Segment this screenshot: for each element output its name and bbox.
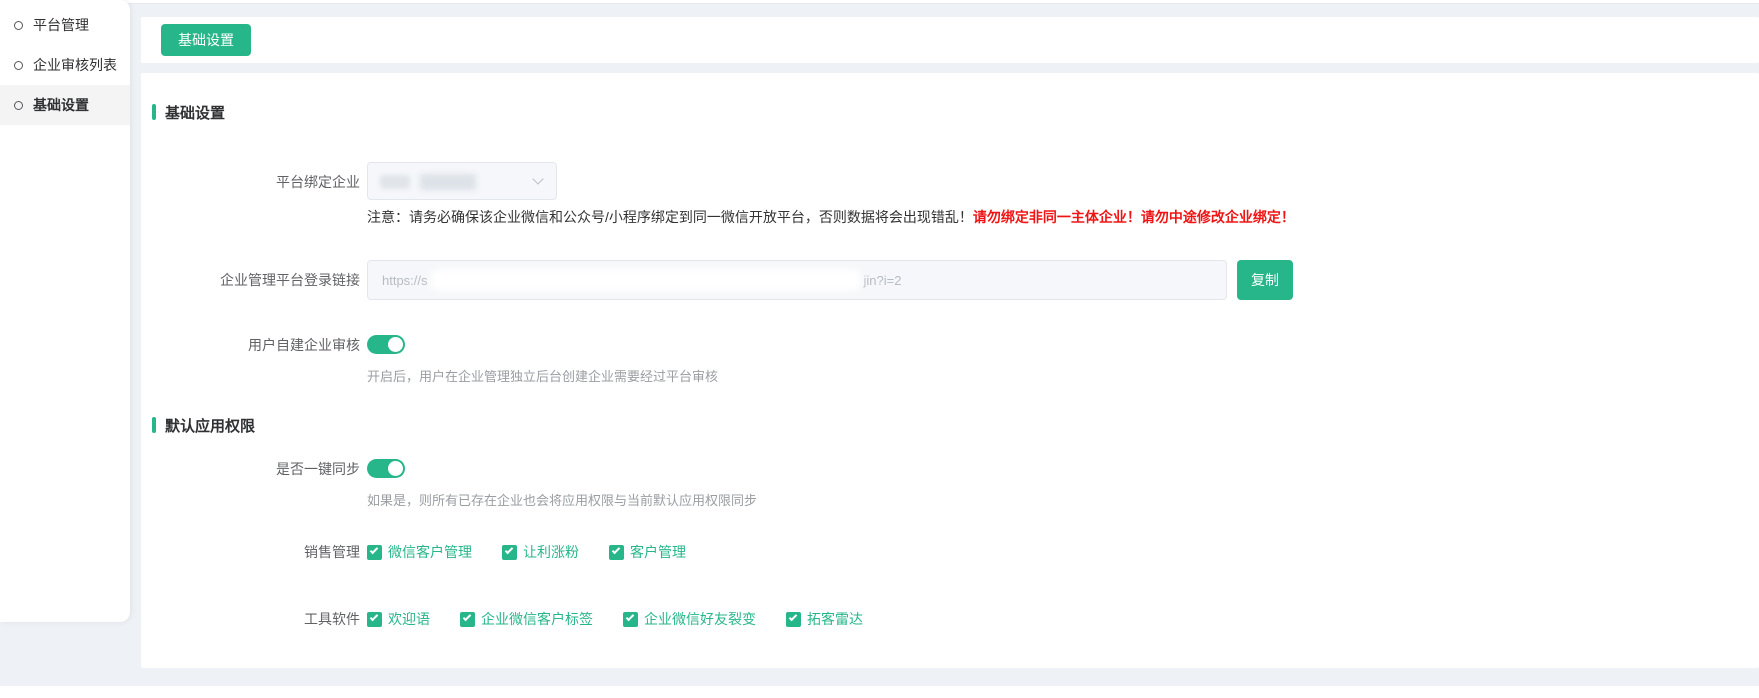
tab-bar: 基础设置 xyxy=(141,17,1759,63)
checkbox-wechat-customer-management[interactable]: 微信客户管理 xyxy=(367,542,472,562)
section-accent-bar xyxy=(152,104,156,120)
toggle-knob xyxy=(388,337,403,352)
login-link-suffix: jin?i=2 xyxy=(864,273,902,288)
check-icon xyxy=(505,546,513,554)
circle-icon xyxy=(14,101,23,110)
check-icon xyxy=(612,546,620,554)
sidebar-item-enterprise-audit-list[interactable]: 企业审核列表 xyxy=(0,45,130,85)
sidebar: 平台管理 企业审核列表 基础设置 xyxy=(0,0,130,622)
checkbox-wecom-customer-tags[interactable]: 企业微信客户标签 xyxy=(460,609,593,629)
bottom-edge-strip xyxy=(0,686,1759,698)
sidebar-item-basic-settings[interactable]: 基础设置 xyxy=(0,85,130,125)
checkbox-icon xyxy=(502,545,517,560)
platform-company-select[interactable] xyxy=(367,162,557,200)
check-icon xyxy=(789,613,797,621)
check-icon xyxy=(626,613,634,621)
sidebar-item-platform-management[interactable]: 平台管理 xyxy=(0,5,130,45)
checkbox-label: 企业微信客户标签 xyxy=(481,609,593,629)
one-click-sync-description: 如果是，则所有已存在企业也会将应用权限与当前默认应用权限同步 xyxy=(367,493,757,509)
self-build-audit-toggle[interactable] xyxy=(367,335,405,354)
login-link-label: 企业管理平台登录链接 xyxy=(141,271,360,289)
toggle-knob xyxy=(388,461,403,476)
checkbox-icon xyxy=(367,545,382,560)
self-build-audit-label: 用户自建企业审核 xyxy=(141,336,360,354)
circle-icon xyxy=(14,21,23,30)
checkbox-label: 微信客户管理 xyxy=(388,542,472,562)
section-accent-bar xyxy=(152,417,156,433)
sidebar-item-label: 企业审核列表 xyxy=(33,55,117,75)
login-link-prefix: https://s xyxy=(382,273,428,288)
sales-management-checkbox-group: 微信客户管理 让利涨粉 客户管理 xyxy=(367,542,686,562)
section-title: 默认应用权限 xyxy=(165,415,255,436)
checkbox-icon xyxy=(786,612,801,627)
checkbox-customer-radar[interactable]: 拓客雷达 xyxy=(786,609,863,629)
checkbox-icon xyxy=(367,612,382,627)
self-build-audit-description: 开启后，用户在企业管理独立后台创建企业需要经过平台审核 xyxy=(367,369,718,385)
checkbox-label: 企业微信好友裂变 xyxy=(644,609,756,629)
sales-management-label: 销售管理 xyxy=(141,543,360,561)
checkbox-label: 欢迎语 xyxy=(388,609,430,629)
tool-software-label: 工具软件 xyxy=(141,610,360,628)
top-edge-strip xyxy=(0,0,1759,4)
chevron-down-icon xyxy=(532,173,543,184)
redacted-company-name xyxy=(380,175,410,189)
checkbox-icon xyxy=(623,612,638,627)
checkbox-customer-management[interactable]: 客户管理 xyxy=(609,542,686,562)
binding-note: 注意：请务必确保该企业微信和公众号/小程序绑定到同一微信开放平台，否则数据将会出… xyxy=(367,208,1295,226)
tab-basic-settings[interactable]: 基础设置 xyxy=(161,24,251,56)
one-click-sync-toggle[interactable] xyxy=(367,459,405,478)
one-click-sync-label: 是否一键同步 xyxy=(141,460,360,478)
checkbox-icon xyxy=(609,545,624,560)
check-icon xyxy=(370,546,378,554)
checkbox-icon xyxy=(460,612,475,627)
tool-software-checkbox-group: 欢迎语 企业微信客户标签 企业微信好友裂变 拓客雷达 xyxy=(367,609,863,629)
checkbox-rebate-fans[interactable]: 让利涨粉 xyxy=(502,542,579,562)
section-header-basic: 基础设置 xyxy=(152,103,225,121)
checkbox-wecom-friend-fission[interactable]: 企业微信好友裂变 xyxy=(623,609,756,629)
platform-company-label: 平台绑定企业 xyxy=(141,173,360,191)
checkbox-label: 让利涨粉 xyxy=(523,542,579,562)
admin-settings-screen: 平台管理 企业审核列表 基础设置 基础设置 基础设置 平台绑定企业 注意：请务必… xyxy=(0,0,1759,698)
sidebar-item-label: 平台管理 xyxy=(33,15,89,35)
redacted-url-segment xyxy=(431,269,861,291)
check-icon xyxy=(370,613,378,621)
section-title: 基础设置 xyxy=(165,102,225,123)
binding-warning-text: 请勿绑定非同一主体企业！请勿中途修改企业绑定！ xyxy=(973,209,1295,225)
redacted-company-name xyxy=(420,174,476,190)
section-header-permissions: 默认应用权限 xyxy=(152,416,255,434)
checkbox-label: 客户管理 xyxy=(630,542,686,562)
sidebar-item-label: 基础设置 xyxy=(33,95,89,115)
check-icon xyxy=(463,613,471,621)
settings-card: 基础设置 平台绑定企业 注意：请务必确保该企业微信和公众号/小程序绑定到同一微信… xyxy=(141,73,1759,668)
binding-note-text: 注意：请务必确保该企业微信和公众号/小程序绑定到同一微信开放平台，否则数据将会出… xyxy=(367,209,973,225)
login-link-input[interactable]: https://s jin?i=2 xyxy=(367,260,1227,300)
copy-button[interactable]: 复制 xyxy=(1237,260,1293,300)
checkbox-label: 拓客雷达 xyxy=(807,609,863,629)
circle-icon xyxy=(14,61,23,70)
checkbox-welcome-message[interactable]: 欢迎语 xyxy=(367,609,430,629)
